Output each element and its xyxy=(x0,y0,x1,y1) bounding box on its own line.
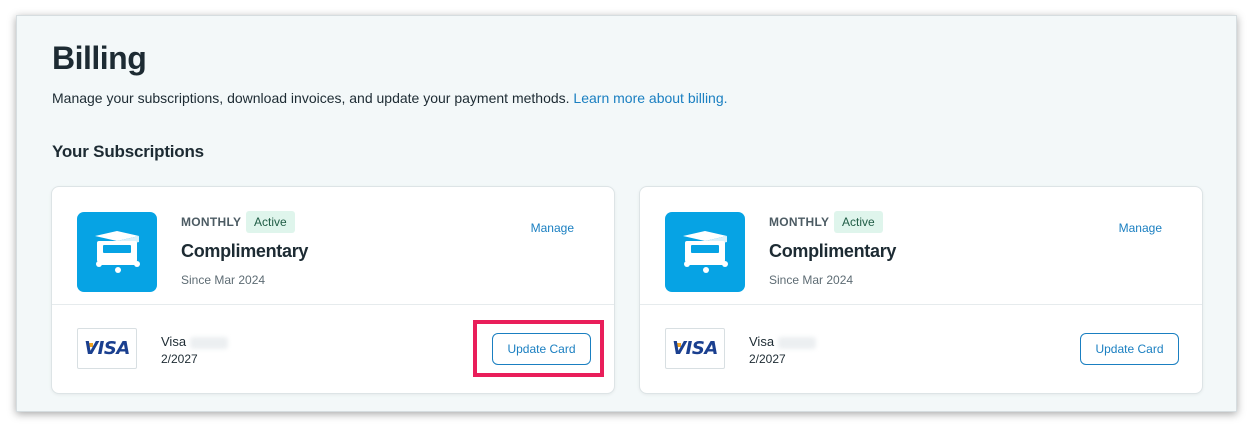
subtitle-text: Manage your subscriptions, download invo… xyxy=(52,90,570,106)
status-badge: Active xyxy=(834,211,883,233)
plan-name: Complimentary xyxy=(181,241,309,261)
page-subtitle: Manage your subscriptions, download invo… xyxy=(52,90,728,106)
card-brand-label: Visa xyxy=(161,334,187,349)
visa-logo: VISA xyxy=(77,328,137,369)
plan-period: MONTHLY xyxy=(181,215,242,229)
plan-period: MONTHLY xyxy=(769,215,830,229)
update-card-button[interactable]: Update Card xyxy=(492,333,591,365)
manage-link[interactable]: Manage xyxy=(1119,221,1162,235)
page-title: Billing xyxy=(52,40,147,76)
plan-since: Since Mar 2024 xyxy=(181,273,266,287)
masked-card-number xyxy=(778,336,817,349)
visa-logo-text: VISA xyxy=(672,338,718,359)
manage-link[interactable]: Manage xyxy=(531,221,574,235)
learn-more-billing-link[interactable]: Learn more about billing. xyxy=(573,90,727,106)
subscription-card: MONTHLY Active Complimentary Since Mar 2… xyxy=(639,186,1203,394)
plan-since: Since Mar 2024 xyxy=(769,273,854,287)
subscription-header: MONTHLY Active Complimentary Since Mar 2… xyxy=(640,187,1202,305)
cart-box-icon xyxy=(77,212,157,292)
card-brand: Visa xyxy=(749,334,817,349)
card-divider xyxy=(640,304,1202,305)
visa-logo-text: VISA xyxy=(84,338,130,359)
status-badge: Active xyxy=(246,211,295,233)
card-brand: Visa xyxy=(161,334,229,349)
card-brand-label: Visa xyxy=(749,334,775,349)
masked-card-number xyxy=(190,336,229,349)
subscriptions-heading: Your Subscriptions xyxy=(52,142,204,161)
update-card-button[interactable]: Update Card xyxy=(1080,333,1179,365)
billing-window: Billing Manage your subscriptions, downl… xyxy=(16,15,1237,412)
subscription-card: MONTHLY Active Complimentary Since Mar 2… xyxy=(51,186,615,394)
card-expiry: 2/2027 xyxy=(749,352,786,366)
subscription-header: MONTHLY Active Complimentary Since Mar 2… xyxy=(52,187,614,305)
card-expiry: 2/2027 xyxy=(161,352,198,366)
cart-box-icon xyxy=(665,212,745,292)
plan-name: Complimentary xyxy=(769,241,897,261)
card-divider xyxy=(52,304,614,305)
visa-logo: VISA xyxy=(665,328,725,369)
